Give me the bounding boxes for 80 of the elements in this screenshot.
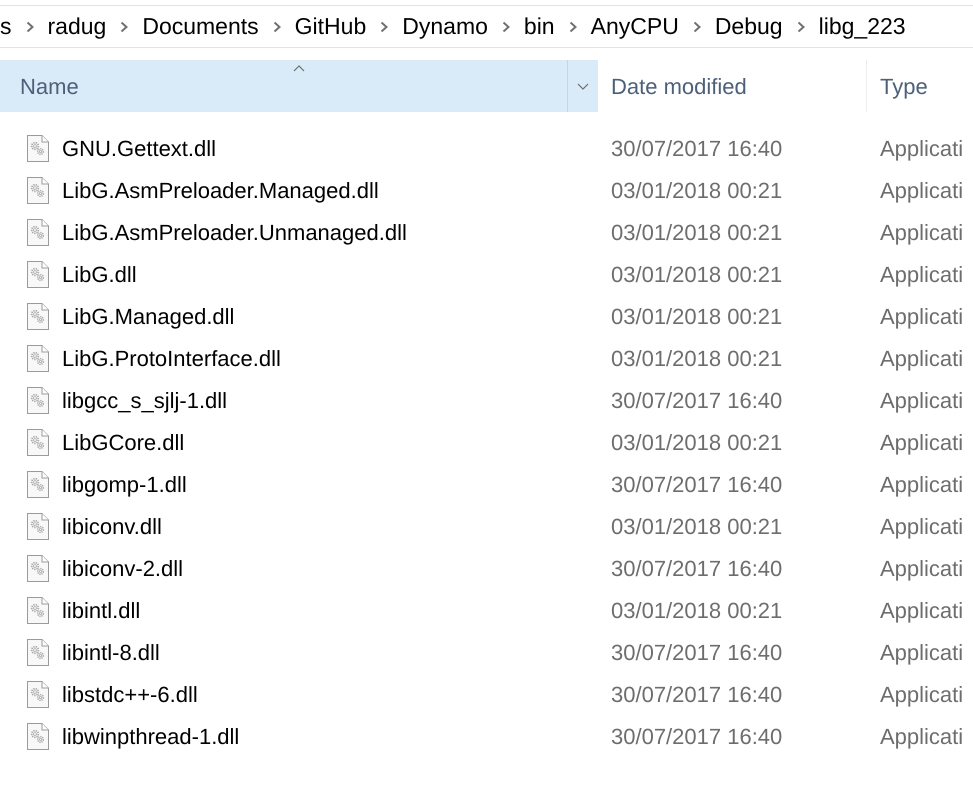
file-name[interactable]: LibGCore.dll <box>62 426 184 458</box>
gear-file-icon <box>27 218 49 246</box>
gear-file-icon <box>27 428 49 456</box>
date-modified-cell-text: 03/01/2018 00:21 <box>610 596 784 624</box>
file-name[interactable]: libstdc++-6.dll <box>62 678 198 710</box>
file-type-cell-text: Applicati <box>879 218 964 247</box>
breadcrumb-item[interactable]: bin <box>524 15 555 38</box>
chevron-right-icon[interactable] <box>568 20 577 32</box>
file-name[interactable]: libintl.dll <box>62 594 140 626</box>
file-name[interactable]: LibG.dll <box>62 258 137 290</box>
file-type-cell-text: Applicati <box>879 260 964 289</box>
chevron-right-icon[interactable] <box>502 20 510 32</box>
date-modified-cell-text: 30/07/2017 16:40 <box>610 722 784 750</box>
file-name[interactable]: libiconv-2.dll <box>62 552 184 584</box>
file-name[interactable]: LibG.ProtoInterface.dll <box>62 342 281 374</box>
date-modified-cell-text: 03/01/2018 00:21 <box>610 302 784 330</box>
breadcrumb-item[interactable]: Documents <box>142 15 259 38</box>
breadcrumb-item[interactable]: radug <box>48 15 106 38</box>
gear-file-icon <box>27 512 49 540</box>
gear-file-icon <box>27 596 49 624</box>
date-modified-cell-text: 30/07/2017 16:40 <box>610 680 784 708</box>
chevron-right-icon[interactable] <box>26 20 34 32</box>
date-modified-cell-text: 03/01/2018 00:21 <box>610 260 784 288</box>
file-type-cell-text: Applicati <box>879 302 964 331</box>
file-type-cell-text: Applicati <box>879 134 964 163</box>
gear-file-icon <box>27 302 49 330</box>
file-type-cell-text: Applicati <box>879 470 964 499</box>
file-type-cell-text: Applicati <box>879 176 964 205</box>
file-type-cell-text: Applicati <box>879 638 964 667</box>
file-name[interactable]: LibG.Managed.dll <box>62 300 234 332</box>
date-modified-cell-text: 30/07/2017 16:40 <box>610 386 784 414</box>
date-modified-cell-text: 03/01/2018 00:21 <box>610 512 784 540</box>
gear-file-icon <box>27 344 49 372</box>
file-type-cell-text: Applicati <box>879 344 964 373</box>
file-name[interactable]: LibG.AsmPreloader.Unmanaged.dll <box>62 216 407 248</box>
breadcrumb-item[interactable]: s <box>0 15 12 38</box>
gear-file-icon <box>27 134 49 162</box>
file-type-cell-text: Applicati <box>879 386 964 415</box>
date-modified-cell-text: 30/07/2017 16:40 <box>610 470 784 498</box>
breadcrumb-item[interactable]: Debug <box>714 15 783 38</box>
breadcrumb-item[interactable]: libg_223 <box>818 15 906 38</box>
file-type-cell-text: Applicati <box>879 512 964 541</box>
gear-file-icon <box>27 386 49 414</box>
date-modified-cell-text: 03/01/2018 00:21 <box>610 176 784 204</box>
file-type-cell-text: Applicati <box>879 680 964 709</box>
gear-file-icon <box>27 638 49 666</box>
date-modified-cell-text: 03/01/2018 00:21 <box>610 344 784 372</box>
gear-file-icon <box>27 554 49 582</box>
chevron-right-icon[interactable] <box>692 20 701 32</box>
date-modified-cell-text: 30/07/2017 16:40 <box>610 554 784 582</box>
address-bar[interactable]: s radug Documents GitHub Dynamo bin AnyCPU Debug libg_223 <box>0 5 973 48</box>
file-name[interactable]: GNU.Gettext.dll <box>62 132 216 164</box>
chevron-down-icon <box>577 82 589 90</box>
file-type-cell-text: Applicati <box>879 428 964 457</box>
file-name[interactable]: LibG.AsmPreloader.Managed.dll <box>62 174 379 206</box>
date-modified-cell-text: 30/07/2017 16:40 <box>610 638 784 666</box>
chevron-right-icon[interactable] <box>796 20 805 32</box>
file-name[interactable]: libwinpthread-1.dll <box>62 720 240 752</box>
file-name[interactable]: libintl-8.dll <box>62 636 160 668</box>
file-name[interactable]: libgomp-1.dll <box>62 468 187 500</box>
file-type-cell-text: Applicati <box>879 554 964 583</box>
file-name[interactable]: libiconv.dll <box>62 510 162 542</box>
chevron-right-icon[interactable] <box>272 20 281 32</box>
file-name[interactable]: libgcc_s_sjlj-1.dll <box>62 384 228 416</box>
gear-file-icon <box>27 470 49 498</box>
gear-file-icon <box>27 680 49 708</box>
gear-file-icon <box>27 260 49 288</box>
gear-file-icon <box>27 176 49 204</box>
file-type-cell-text: Applicati <box>879 596 964 625</box>
date-modified-cell-text: 30/07/2017 16:40 <box>610 134 784 162</box>
date-modified-cell-text: 03/01/2018 00:21 <box>610 428 784 456</box>
file-type-cell-text: Applicati <box>879 722 964 751</box>
breadcrumb-item[interactable]: Dynamo <box>402 15 488 38</box>
breadcrumb-item[interactable]: GitHub <box>294 15 366 38</box>
gear-file-icon <box>27 722 49 750</box>
date-modified-cell-text: 03/01/2018 00:21 <box>610 218 784 246</box>
breadcrumb-item[interactable]: AnyCPU <box>590 15 679 38</box>
chevron-right-icon[interactable] <box>120 20 128 32</box>
chevron-right-icon[interactable] <box>380 20 388 32</box>
column-header[interactable]: Name <box>0 60 598 112</box>
